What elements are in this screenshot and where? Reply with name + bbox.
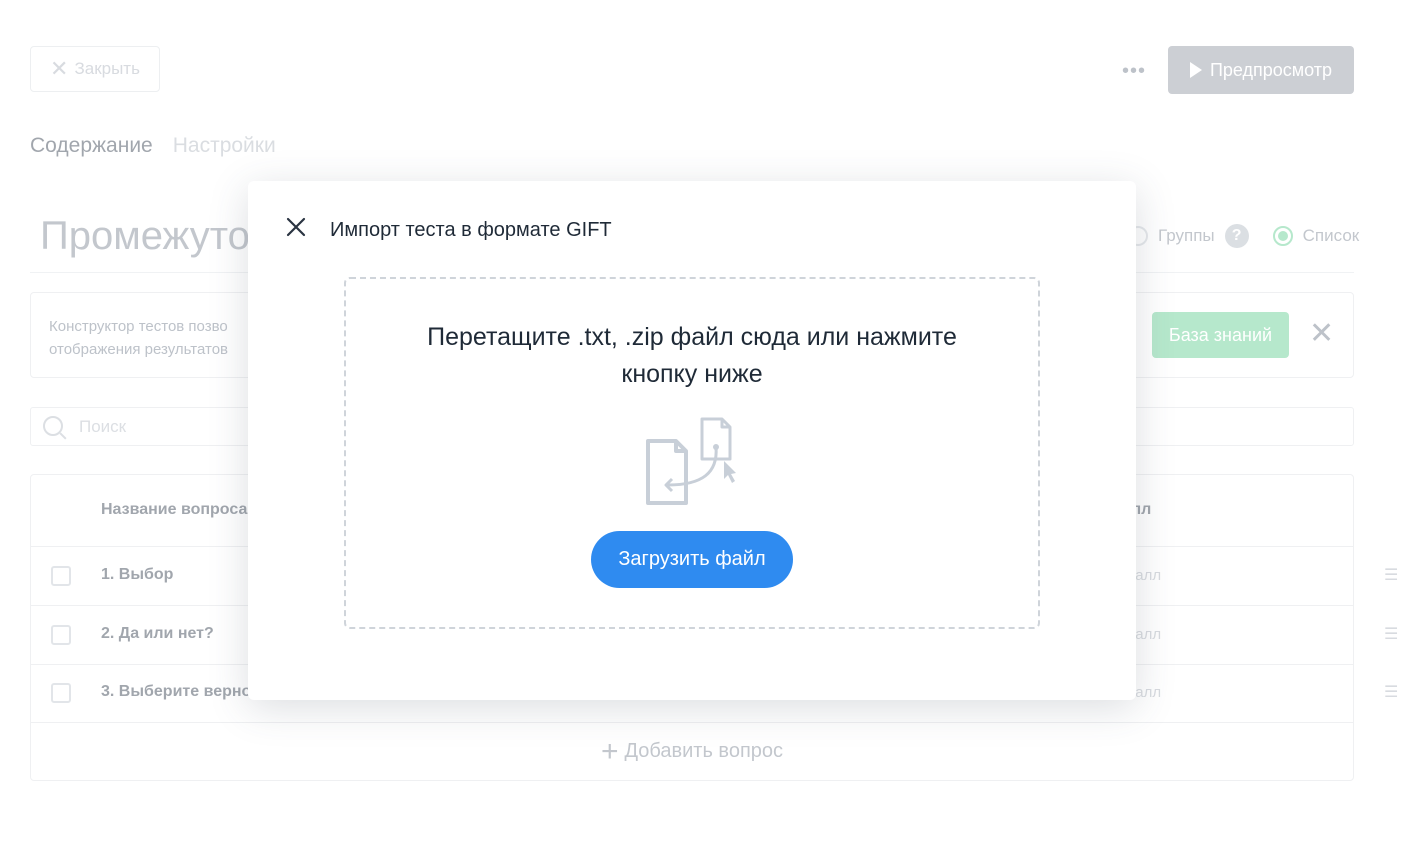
modal-title: Импорт теста в формате GIFT xyxy=(330,219,612,241)
dropzone-text: Перетащите .txt, .zip файл сюда или нажм… xyxy=(427,323,957,388)
import-gift-modal: Импорт теста в формате GIFT Перетащите .… xyxy=(248,181,1136,700)
upload-file-button[interactable]: Загрузить файл xyxy=(591,531,793,588)
close-modal-icon[interactable] xyxy=(284,215,308,239)
file-transfer-icon xyxy=(646,417,736,505)
file-dropzone[interactable]: Перетащите .txt, .zip файл сюда или нажм… xyxy=(344,277,1040,629)
